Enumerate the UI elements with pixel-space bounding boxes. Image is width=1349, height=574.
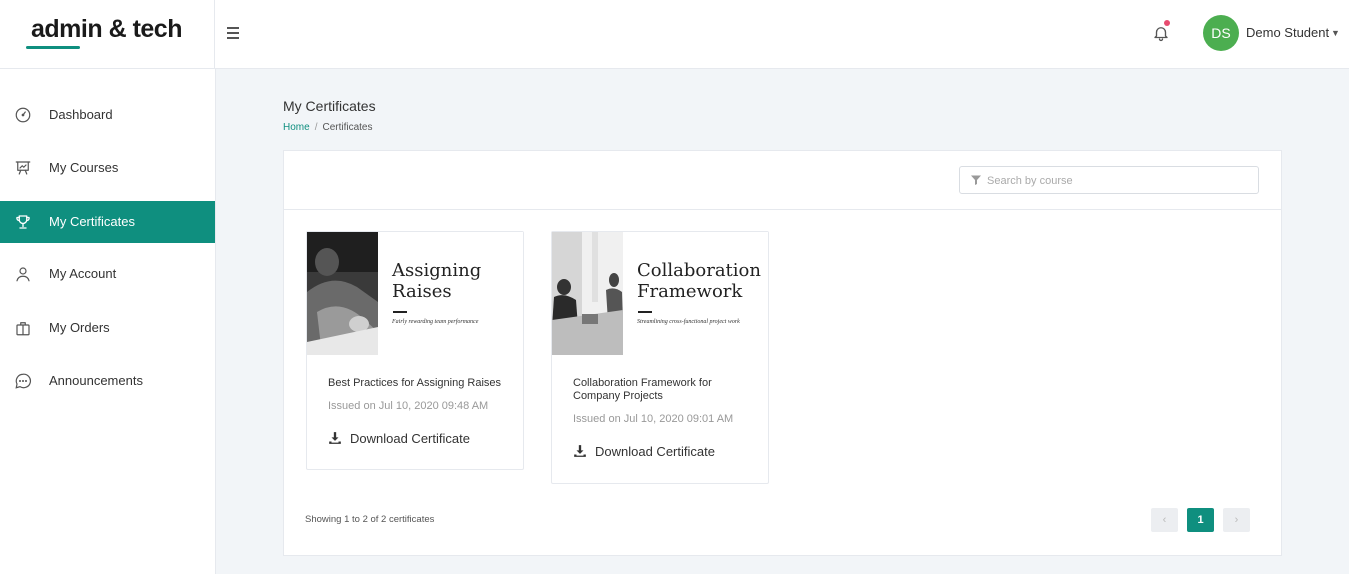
dashboard-icon <box>15 107 31 123</box>
certificate-course-name: Collaboration Framework for Company Proj… <box>573 377 712 402</box>
logo-underline <box>26 46 80 49</box>
download-label: Download Certificate <box>595 444 715 459</box>
sidebar-item-label: Dashboard <box>49 107 113 122</box>
pagination-next-button[interactable]: › <box>1223 508 1250 532</box>
filter-icon <box>971 175 981 185</box>
search-input[interactable] <box>987 171 1247 191</box>
logo-area: admin & tech <box>0 0 215 69</box>
pagination-prev-button[interactable]: ‹ <box>1151 508 1178 532</box>
sidebar-item-announcements[interactable]: Announcements <box>0 360 215 402</box>
pagination-page-button[interactable]: 1 <box>1187 508 1214 532</box>
sidebar-item-dashboard[interactable]: Dashboard <box>0 94 215 136</box>
thumbnail-divider <box>393 311 407 313</box>
panel-toolbar <box>284 151 1281 210</box>
thumbnail-title-line1: Assigning <box>392 260 482 281</box>
bag-icon <box>16 322 30 336</box>
sidebar-item-label: My Courses <box>49 160 119 175</box>
notification-dot <box>1164 20 1170 26</box>
user-icon <box>16 267 30 282</box>
results-summary: Showing 1 to 2 of 2 certificates <box>305 514 435 525</box>
trophy-icon <box>16 215 30 229</box>
chevron-down-icon[interactable]: ▼ <box>1331 28 1340 38</box>
thumbnail-subtitle: Streamlining cross-functional project wo… <box>637 319 740 325</box>
download-icon <box>329 432 341 444</box>
breadcrumb-home-link[interactable]: Home <box>283 122 310 133</box>
sidebar-item-my-orders[interactable]: My Orders <box>0 307 215 349</box>
sidebar: Dashboard My Courses My Certificates My … <box>0 69 216 574</box>
bell-icon[interactable] <box>1152 24 1170 42</box>
breadcrumb-current: Certificates <box>322 122 373 133</box>
certificate-issued-date: Issued on Jul 10, 2020 09:48 AM <box>328 400 489 412</box>
chat-icon <box>15 373 32 389</box>
certificate-thumbnail[interactable]: Assigning Raises Fairly rewarding team p… <box>307 232 523 355</box>
certificates-panel: Assigning Raises Fairly rewarding team p… <box>283 150 1282 556</box>
sidebar-item-label: My Certificates <box>49 214 135 229</box>
sidebar-item-label: Announcements <box>49 373 143 388</box>
search-box[interactable] <box>959 166 1259 194</box>
thumbnail-divider <box>638 311 652 313</box>
sidebar-item-label: My Account <box>49 266 117 281</box>
thumbnail-title-line1: Collaboration <box>637 260 761 281</box>
thumbnail-subtitle: Fairly rewarding team performance <box>392 319 479 325</box>
page-title: My Certificates <box>283 98 376 114</box>
sidebar-item-my-courses[interactable]: My Courses <box>0 147 215 189</box>
user-name[interactable]: Demo Student <box>1246 25 1329 40</box>
thumbnail-title-line2: Framework <box>637 281 743 302</box>
download-icon <box>574 445 586 457</box>
certificate-photo <box>307 232 378 355</box>
sidebar-item-my-certificates[interactable]: My Certificates <box>0 201 215 243</box>
menu-toggle-icon[interactable] <box>226 24 242 42</box>
top-header: admin & tech DS Demo Student ▼ <box>0 0 1349 69</box>
certificate-card: Collaboration Framework Streamlining cro… <box>551 231 769 484</box>
certificate-photo <box>552 232 623 355</box>
breadcrumb: Home / Certificates <box>283 122 372 133</box>
avatar[interactable]: DS <box>1203 15 1239 51</box>
breadcrumb-separator: / <box>314 122 318 133</box>
certificate-issued-date: Issued on Jul 10, 2020 09:01 AM <box>573 413 734 425</box>
sidebar-item-label: My Orders <box>49 320 110 335</box>
certificate-thumbnail[interactable]: Collaboration Framework Streamlining cro… <box>552 232 768 355</box>
download-label: Download Certificate <box>350 431 470 446</box>
logo[interactable]: admin & tech <box>31 15 182 44</box>
presentation-icon <box>15 161 31 175</box>
thumbnail-title-line2: Raises <box>392 281 452 302</box>
certificate-card: Assigning Raises Fairly rewarding team p… <box>306 231 524 470</box>
certificate-course-name: Best Practices for Assigning Raises <box>328 377 502 389</box>
sidebar-item-my-account[interactable]: My Account <box>0 253 215 295</box>
